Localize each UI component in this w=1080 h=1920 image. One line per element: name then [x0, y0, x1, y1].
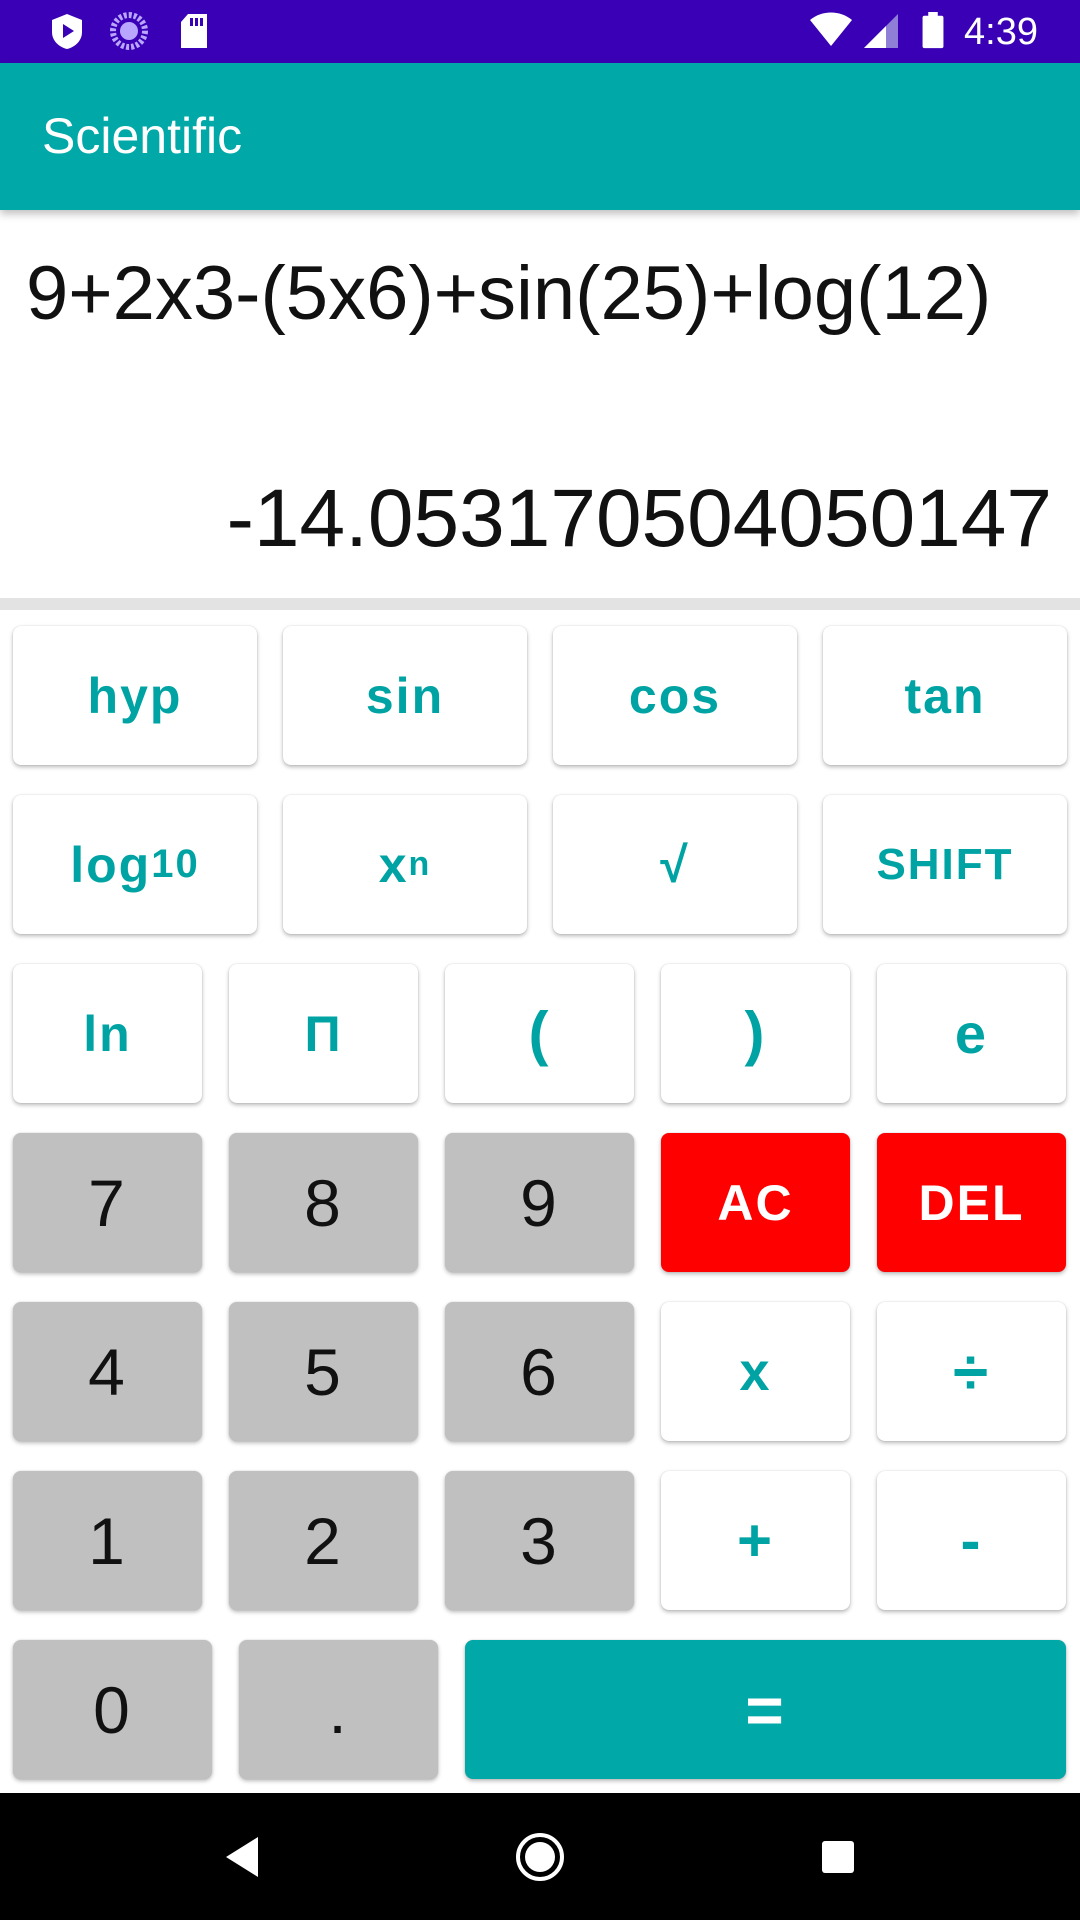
- log10-button[interactable]: log 10: [13, 795, 257, 934]
- equals-button[interactable]: =: [465, 1640, 1066, 1779]
- wifi-icon: [810, 12, 852, 46]
- digit-5-button[interactable]: 5: [229, 1302, 418, 1441]
- open-paren-button[interactable]: (: [445, 964, 634, 1103]
- recents-icon[interactable]: [820, 1839, 856, 1875]
- digit-1-button[interactable]: 1: [13, 1471, 202, 1610]
- power-button[interactable]: xn: [283, 795, 527, 934]
- pi-button[interactable]: Π: [229, 964, 418, 1103]
- digit-9-button[interactable]: 9: [445, 1133, 634, 1272]
- sin-button[interactable]: sin: [283, 626, 527, 765]
- signal-icon: [864, 14, 898, 48]
- app-title: Scientific: [42, 108, 243, 164]
- shift-button[interactable]: SHIFT: [823, 795, 1067, 934]
- back-icon[interactable]: [222, 1835, 262, 1879]
- keypad: hyp sin cos tan log 10 xn √ SHIFT ln Π ( …: [0, 610, 1080, 1793]
- multiply-button[interactable]: x: [661, 1302, 850, 1441]
- sqrt-button[interactable]: √: [553, 795, 797, 934]
- hyp-button[interactable]: hyp: [13, 626, 257, 765]
- close-paren-button[interactable]: ): [661, 964, 850, 1103]
- sd-card-icon: [181, 14, 207, 48]
- minus-button[interactable]: -: [877, 1471, 1066, 1610]
- status-time: 4:39: [964, 11, 1038, 53]
- plus-button[interactable]: +: [661, 1471, 850, 1610]
- digit-6-button[interactable]: 6: [445, 1302, 634, 1441]
- decimal-point-button[interactable]: .: [239, 1640, 438, 1779]
- digit-0-button[interactable]: 0: [13, 1640, 212, 1779]
- power-base-label: x: [378, 836, 409, 893]
- divide-button[interactable]: ÷: [877, 1302, 1066, 1441]
- status-bar: 4:39: [0, 0, 1080, 63]
- play-protect-icon: [52, 14, 82, 49]
- power-exponent-label: n: [408, 845, 432, 883]
- battery-icon: [922, 12, 944, 49]
- result-text: -14.053170504050147: [226, 473, 1052, 564]
- digit-4-button[interactable]: 4: [13, 1302, 202, 1441]
- home-icon[interactable]: [514, 1831, 566, 1883]
- ln-button[interactable]: ln: [13, 964, 202, 1103]
- loading-icon: [110, 12, 148, 50]
- digit-2-button[interactable]: 2: [229, 1471, 418, 1610]
- calculator-display: 9+2x3-(5x6)+sin(25)+log(12) -14.05317050…: [0, 210, 1080, 598]
- digit-8-button[interactable]: 8: [229, 1133, 418, 1272]
- log10-label: log: [70, 836, 152, 893]
- digit-3-button[interactable]: 3: [445, 1471, 634, 1610]
- all-clear-button[interactable]: AC: [661, 1133, 850, 1272]
- app-bar: Scientific: [0, 63, 1080, 210]
- navigation-bar: [0, 1793, 1080, 1920]
- log10-subscript: 10: [151, 842, 200, 886]
- digit-7-button[interactable]: 7: [13, 1133, 202, 1272]
- expression-text[interactable]: 9+2x3-(5x6)+sin(25)+log(12): [26, 250, 991, 337]
- delete-button[interactable]: DEL: [877, 1133, 1066, 1272]
- display-divider: [0, 598, 1080, 610]
- e-button[interactable]: e: [877, 964, 1066, 1103]
- tan-button[interactable]: tan: [823, 626, 1067, 765]
- cos-button[interactable]: cos: [553, 626, 797, 765]
